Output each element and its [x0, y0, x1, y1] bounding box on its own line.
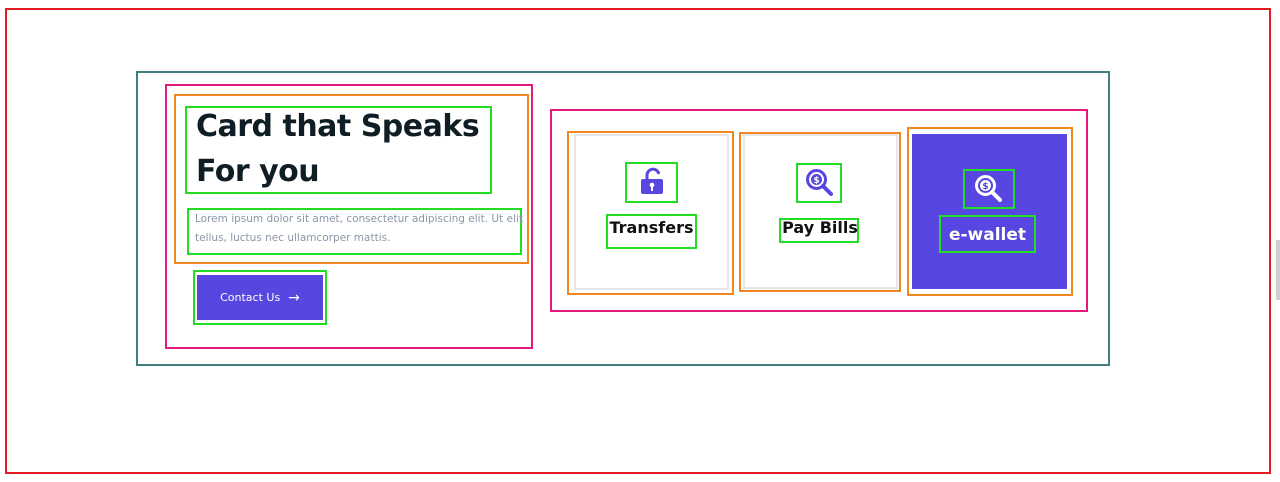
title-line-2: For you: [196, 154, 320, 189]
card-label-e-wallet: e-wallet: [948, 225, 1027, 245]
card-label-transfers: Transfers: [609, 218, 694, 237]
contact-us-button[interactable]: Contact Us →: [197, 275, 323, 320]
dollar-search-icon: $: [806, 169, 833, 196]
card-e-wallet[interactable]: [912, 134, 1067, 289]
card-transfers[interactable]: [574, 134, 729, 290]
dollar-search-icon: $: [975, 175, 1002, 202]
arrow-right-icon: →: [288, 289, 300, 306]
unlock-icon: [641, 167, 663, 194]
title-line-1: Card that Speaks: [196, 109, 480, 144]
svg-text:$: $: [982, 182, 988, 192]
card-pay-bills[interactable]: [743, 134, 898, 289]
contact-us-label: Contact Us: [220, 291, 281, 304]
page-title: Card that Speaks For you: [196, 104, 496, 194]
scrollbar-thumb[interactable]: [1276, 240, 1280, 300]
svg-text:$: $: [813, 176, 819, 186]
card-label-pay-bills: Pay Bills: [782, 218, 858, 237]
description-text: Lorem ipsum dolor sit amet, consectetur …: [195, 213, 523, 244]
